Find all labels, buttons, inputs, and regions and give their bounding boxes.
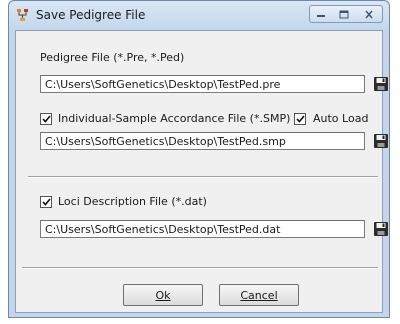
- ok-button[interactable]: Ok: [123, 284, 203, 306]
- maximize-button[interactable]: [332, 5, 356, 23]
- loci-description-checkbox[interactable]: [40, 196, 52, 208]
- section-divider: [28, 176, 378, 178]
- checkmark-icon: [295, 115, 305, 123]
- loci-description-label: Loci Description File (*.dat): [58, 195, 207, 208]
- footer-divider: [22, 267, 378, 269]
- pedigree-save-floppy-icon[interactable]: [373, 76, 389, 92]
- save-pedigree-dialog: Save Pedigree File Pedigree File (*.Pre,…: [8, 0, 390, 318]
- auto-load-label: Auto Load: [313, 112, 369, 125]
- app-icon: [17, 9, 28, 21]
- checkmark-icon: [41, 115, 51, 123]
- pedigree-file-label: Pedigree File (*.Pre, *.Ped): [40, 51, 185, 64]
- sample-file-path-input[interactable]: C:\Users\SoftGenetics\Desktop\TestPed.sm…: [40, 132, 365, 150]
- minimize-icon: [317, 15, 325, 17]
- sample-accordance-label: Individual-Sample Accordance File (*.SMP…: [58, 112, 291, 125]
- close-button[interactable]: [355, 5, 383, 23]
- loci-save-floppy-icon[interactable]: [373, 221, 389, 237]
- auto-load-checkbox[interactable]: [294, 113, 306, 125]
- title-bar[interactable]: Save Pedigree File: [9, 1, 389, 29]
- loci-file-path-input[interactable]: C:\Users\SoftGenetics\Desktop\TestPed.da…: [40, 220, 365, 238]
- maximize-icon: [339, 10, 348, 18]
- close-icon: [364, 10, 373, 18]
- sample-save-floppy-icon[interactable]: [373, 133, 389, 149]
- pedigree-file-path-input[interactable]: C:\Users\SoftGenetics\Desktop\TestPed.pr…: [40, 75, 365, 93]
- minimize-button[interactable]: [309, 5, 333, 23]
- checkmark-icon: [41, 198, 51, 206]
- cancel-button-label: Cancel: [240, 288, 278, 302]
- cancel-button[interactable]: Cancel: [219, 284, 299, 306]
- dialog-body: Pedigree File (*.Pre, *.Ped) C:\Users\So…: [15, 30, 388, 313]
- sample-accordance-checkbox[interactable]: [40, 113, 52, 125]
- ok-button-label: Ok: [155, 288, 171, 302]
- window-title: Save Pedigree File: [36, 8, 146, 22]
